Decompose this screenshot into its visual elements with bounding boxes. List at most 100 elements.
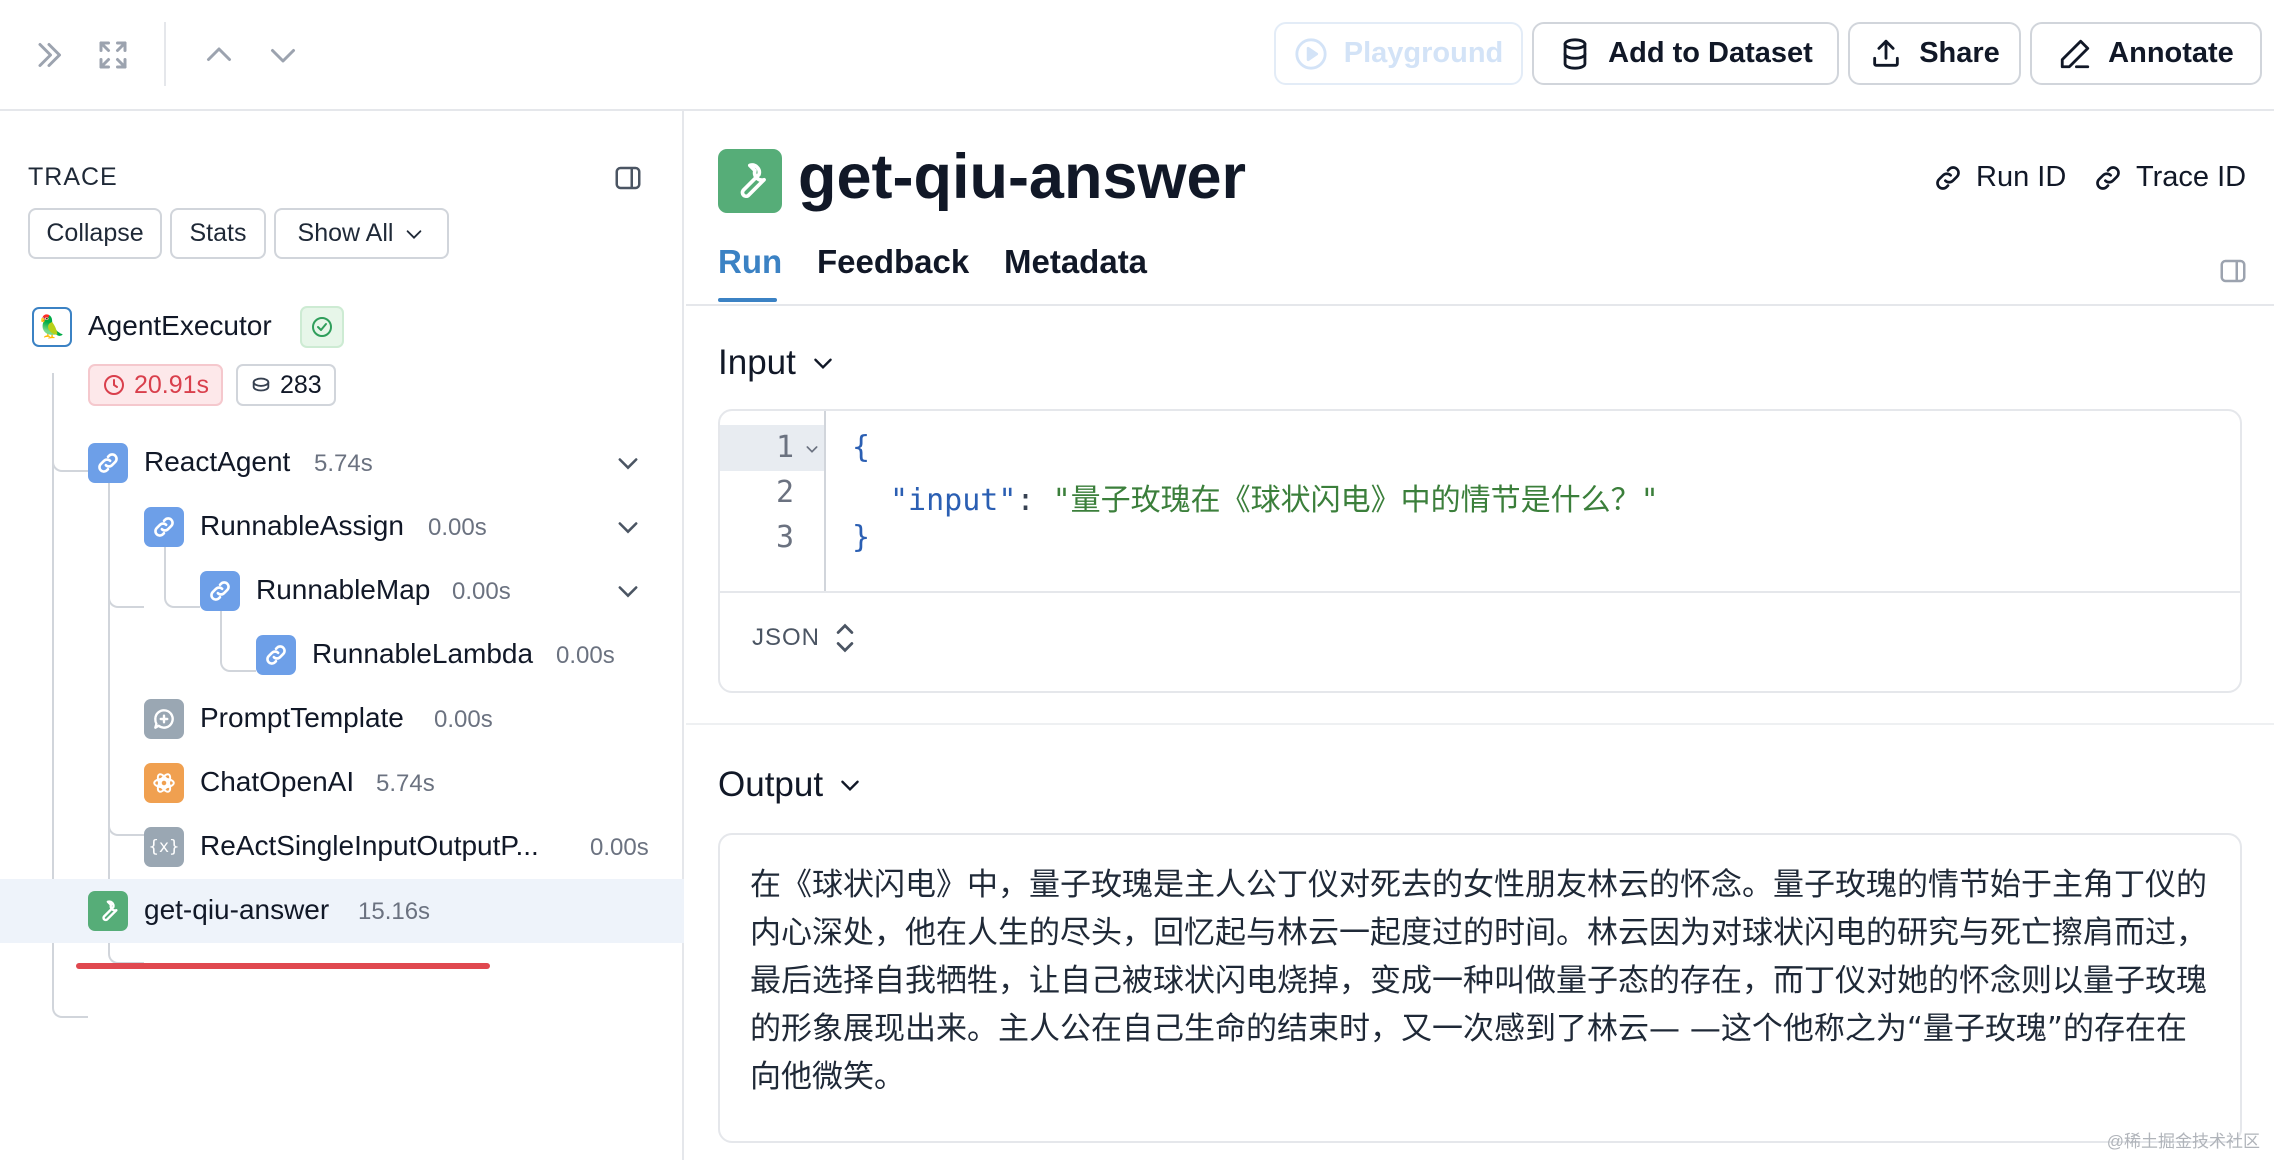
node-time: 0.00s	[428, 514, 487, 541]
openai-icon	[144, 763, 184, 803]
tree-node-runnableassign[interactable]: RunnableAssign 0.00s	[0, 495, 684, 559]
chevron-down-icon[interactable]	[614, 513, 642, 541]
fold-chevron-icon[interactable]	[804, 441, 820, 457]
output-section-header[interactable]: Output	[718, 765, 863, 805]
pencil-icon	[2060, 39, 2090, 68]
token-badge: 283	[236, 364, 336, 406]
show-all-label: Show All	[297, 219, 394, 247]
trace-id-link[interactable]: Trace ID	[2092, 161, 2246, 194]
tree-node-runnablemap[interactable]: RunnableMap 0.00s	[0, 559, 684, 623]
tab-run[interactable]: Run	[718, 243, 782, 281]
chain-link-icon	[256, 635, 296, 675]
chevron-down-icon[interactable]	[614, 577, 642, 605]
highlight-underline	[76, 963, 490, 969]
input-code-editor[interactable]: 1 2 3 { "input": "量子玫瑰在《球状闪电》中的情节是什么？" }…	[718, 409, 2242, 693]
tree-node-chatopenai[interactable]: ChatOpenAI 5.74s	[0, 751, 684, 815]
chevron-down-icon	[814, 358, 832, 370]
database-icon	[1563, 37, 1587, 70]
playground-label: Playground	[1343, 37, 1504, 69]
top-toolbar: Playground Add to Dataset Share Annotate	[0, 0, 2274, 111]
node-time: 0.00s	[452, 578, 511, 605]
sidebar-toggle-icon[interactable]	[2218, 256, 2248, 286]
play-circle-icon	[1295, 37, 1327, 70]
stats-button[interactable]: Stats	[170, 208, 266, 259]
tree-node-agentexecutor[interactable]: 🦜 AgentExecutor	[0, 295, 684, 359]
variable-icon: {x}	[144, 827, 184, 867]
chat-plus-icon	[144, 699, 184, 739]
chevron-up-icon[interactable]	[194, 30, 244, 80]
code-value: "量子玫瑰在《球状闪电》中的情节是什么？"	[1052, 483, 1659, 518]
node-label: ReActSingleInputOutputP...	[200, 830, 539, 861]
node-label: RunnableMap	[256, 574, 431, 605]
code-open-brace: {	[852, 430, 871, 465]
tree-node-runnablelambda[interactable]: RunnableLambda 0.00s	[0, 623, 684, 687]
tree-node-reactagent[interactable]: ReactAgent 5.74s	[0, 431, 684, 495]
output-box: 在《球状闪电》中，量子玫瑰是主人公丁仪对死去的女性朋友林云的怀念。量子玫瑰的情节…	[718, 833, 2242, 1143]
fullscreen-icon[interactable]	[88, 30, 138, 80]
chain-link-icon	[200, 571, 240, 611]
node-label: AgentExecutor	[88, 310, 272, 341]
trace-panel: TRACE Collapse Stats Show All 🦜 AgentExe…	[0, 111, 684, 1160]
chevron-up-down-icon	[836, 623, 854, 653]
tree-node-react-parser[interactable]: {x} ReActSingleInputOutputP... 0.00s	[0, 815, 684, 879]
node-label: ChatOpenAI	[200, 766, 355, 797]
chevron-down-icon	[407, 229, 422, 239]
node-label: ReactAgent	[144, 446, 291, 477]
add-to-dataset-button[interactable]: Add to Dataset	[1532, 22, 1839, 85]
check-circle-icon	[312, 317, 332, 337]
line-number: 2	[776, 475, 795, 510]
parrot-icon: 🦜	[32, 307, 72, 347]
line-number: 1	[776, 430, 795, 465]
section-divider	[686, 723, 2274, 725]
expand-panel-icon[interactable]	[24, 30, 74, 80]
add-to-dataset-label: Add to Dataset	[1608, 37, 1813, 69]
sidebar-toggle-icon[interactable]	[613, 163, 643, 193]
share-label: Share	[1919, 37, 2000, 69]
annotate-button[interactable]: Annotate	[2030, 22, 2262, 85]
output-text: 在《球状闪电》中，量子玫瑰是主人公丁仪对死去的女性朋友林云的怀念。量子玫瑰的情节…	[750, 867, 2207, 1095]
input-section-header[interactable]: Input	[718, 343, 836, 383]
format-selector[interactable]: JSON	[752, 621, 856, 655]
code-close-brace: }	[852, 520, 871, 555]
run-id-link[interactable]: Run ID	[1932, 161, 2066, 194]
node-label: PromptTemplate	[200, 702, 404, 733]
share-button[interactable]: Share	[1848, 22, 2021, 85]
code-key: "input"	[890, 483, 1017, 518]
latency-value: 20.91s	[134, 370, 210, 399]
node-label: get-qiu-answer	[144, 894, 330, 925]
upload-icon	[1873, 39, 1899, 67]
output-title: Output	[718, 765, 824, 804]
link-icon	[1936, 165, 1960, 190]
collapse-button[interactable]: Collapse	[28, 208, 162, 259]
latency-badge: 20.91s	[88, 364, 224, 406]
chain-link-icon	[88, 443, 128, 483]
chain-link-icon	[144, 507, 184, 547]
tabs-border	[686, 304, 2274, 306]
code-footer-divider	[720, 591, 2240, 593]
stats-label: Stats	[189, 219, 247, 247]
tree-node-get-qiu-answer[interactable]: get-qiu-answer 15.16s	[0, 879, 684, 943]
line-number: 3	[776, 520, 795, 555]
tab-metadata[interactable]: Metadata	[1004, 243, 1147, 281]
playground-button[interactable]: Playground	[1274, 22, 1523, 85]
node-label: RunnableLambda	[312, 638, 534, 669]
line-gutter: 1 2 3	[720, 411, 826, 591]
chevron-down-icon[interactable]	[258, 30, 308, 80]
wrench-icon	[718, 149, 782, 213]
collapse-label: Collapse	[46, 219, 144, 247]
token-value: 283	[280, 370, 322, 399]
node-time: 5.74s	[314, 450, 373, 477]
run-detail-panel: get-qiu-answer Run ID Trace ID Run Feedb…	[686, 111, 2274, 1160]
run-id-label: Run ID	[1976, 161, 2067, 193]
tree-node-prompttemplate[interactable]: PromptTemplate 0.00s	[0, 687, 684, 751]
show-all-dropdown[interactable]: Show All	[274, 208, 449, 259]
wrench-icon	[88, 891, 128, 931]
trace-title: TRACE	[28, 163, 118, 191]
chevron-down-icon[interactable]	[614, 449, 642, 477]
tab-feedback[interactable]: Feedback	[817, 243, 969, 281]
node-time: 5.74s	[376, 770, 435, 797]
annotate-label: Annotate	[2108, 37, 2234, 69]
format-label: JSON	[752, 624, 821, 651]
node-time: 0.00s	[556, 642, 615, 669]
toolbar-divider	[164, 22, 166, 86]
